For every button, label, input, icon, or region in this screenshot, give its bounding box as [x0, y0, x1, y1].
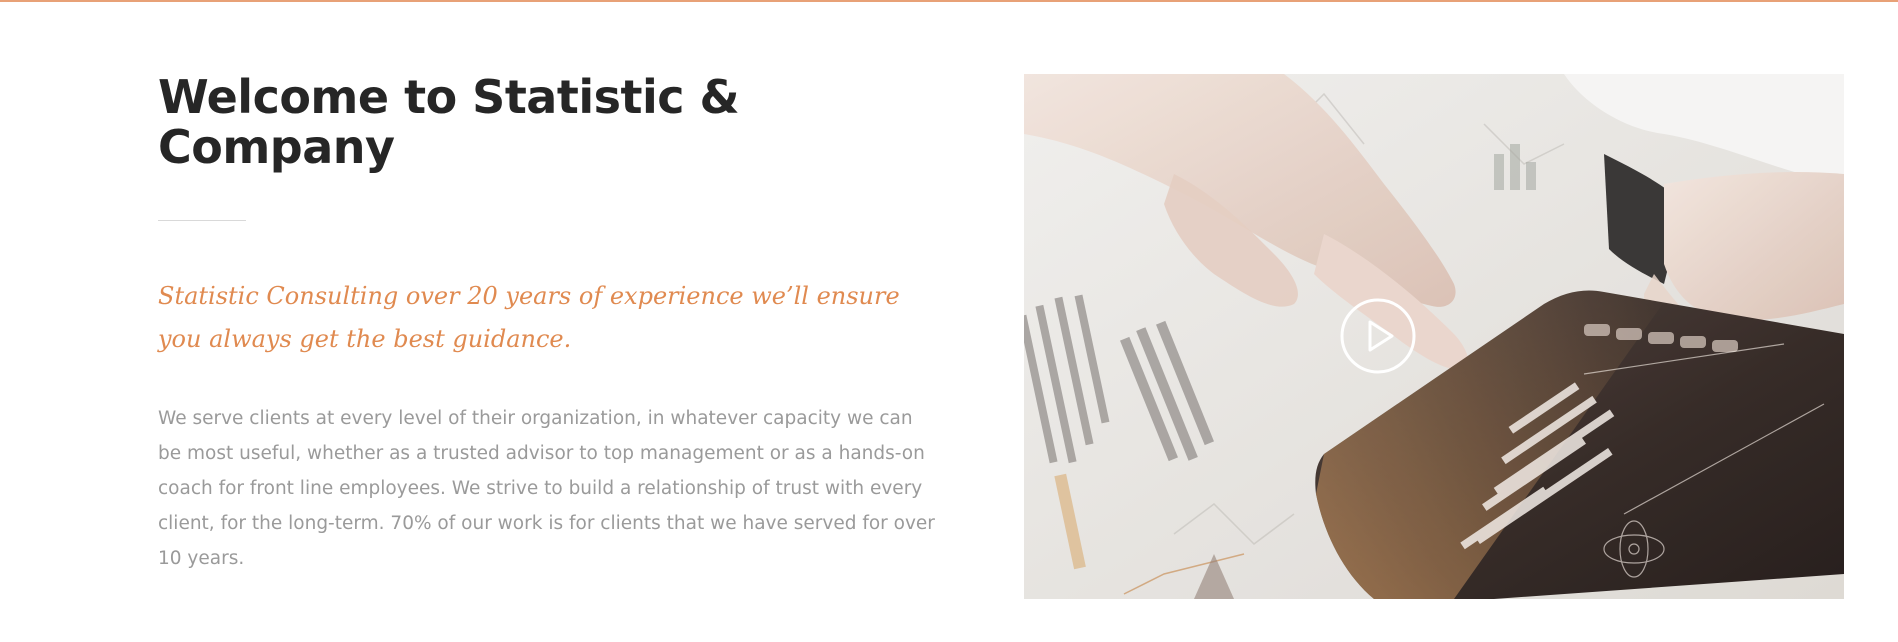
tagline: Statistic Consulting over 20 years of ex… — [158, 282, 900, 353]
title-divider — [158, 220, 246, 221]
page-title: Welcome to Statistic & Company — [158, 70, 740, 174]
video-thumbnail[interactable] — [1024, 74, 1844, 599]
video-thumbnail-image — [1024, 74, 1844, 599]
play-video-button[interactable] — [1340, 298, 1416, 374]
intro-paragraph: We serve clients at every level of their… — [158, 408, 935, 569]
top-border — [0, 0, 1898, 2]
play-icon — [1340, 298, 1416, 374]
intro-section: Welcome to Statistic & Company Statistic… — [158, 72, 938, 595]
